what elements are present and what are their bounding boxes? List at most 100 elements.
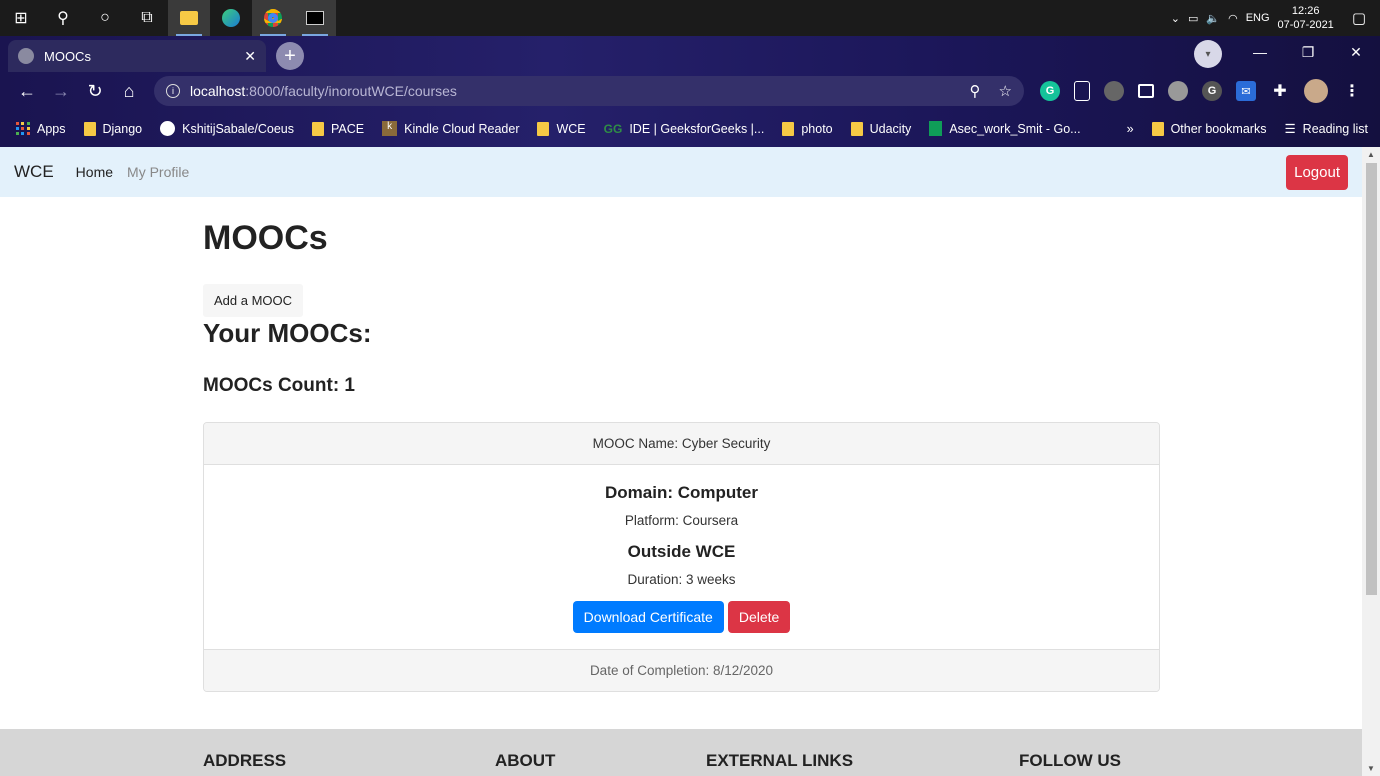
minimize-icon[interactable]: — [1236, 44, 1284, 60]
battery-icon[interactable]: ▭ [1188, 12, 1198, 25]
chrome-icon[interactable] [252, 0, 294, 36]
sheets-icon [929, 121, 943, 136]
url-host: localhost [190, 83, 246, 99]
mail-extension-icon[interactable]: ✉ [1236, 81, 1256, 101]
reload-icon[interactable]: ↻ [78, 81, 112, 102]
reading-list[interactable]: ☰ Reading list [1284, 121, 1368, 137]
bookmark-apps[interactable]: Apps [16, 121, 66, 136]
search-icon[interactable]: ⚲ [42, 0, 84, 36]
bookmark-udacity[interactable]: Udacity [850, 121, 911, 136]
site-info-icon[interactable]: i [166, 84, 180, 98]
page-viewport: WCE Home My Profile Logout MOOCs Add a M… [0, 147, 1362, 776]
g-extension-icon[interactable]: G [1202, 81, 1222, 101]
new-tab-button[interactable]: + [276, 42, 304, 70]
brand-link[interactable]: WCE [14, 162, 54, 182]
shield-extension-icon[interactable] [1074, 81, 1090, 101]
footer-address-heading: ADDRESS [203, 751, 287, 770]
browser-toolbar: ← → ↻ ⌂ i localhost:8000/faculty/inorout… [0, 72, 1380, 110]
site-footer: ADDRESS ABOUT EXTERNAL LINKS FOLLOW US [0, 729, 1362, 776]
tab-search-icon[interactable]: ▾ [1194, 40, 1222, 68]
puzzle-extensions-icon[interactable]: ✚ [1270, 81, 1290, 101]
restore-icon[interactable]: ❐ [1284, 44, 1332, 61]
scroll-up-icon[interactable]: ▲ [1367, 150, 1375, 159]
system-tray-chevron-icon[interactable]: ⌄ [1171, 12, 1180, 25]
bookmark-pace[interactable]: PACE [312, 121, 364, 136]
mooc-location: Outside WCE [627, 542, 736, 561]
windows-start-icon[interactable]: ⊞ [0, 0, 42, 36]
url-path: :8000/faculty/inoroutWCE/courses [245, 83, 457, 99]
bookmark-django[interactable]: Django [83, 121, 142, 136]
logout-button[interactable]: Logout [1286, 154, 1348, 190]
volume-icon[interactable]: 🔈 [1206, 12, 1220, 25]
mooc-card-footer: Date of Completion: 8/12/2020 [204, 649, 1159, 691]
bookmark-kindle[interactable]: k Kindle Cloud Reader [382, 121, 519, 136]
clock-date: 07-07-2021 [1277, 19, 1334, 31]
scrollbar-thumb[interactable] [1366, 163, 1377, 595]
tab-close-icon[interactable]: ✕ [244, 48, 256, 65]
clock-time: 12:26 [1291, 5, 1320, 17]
browser-menu-icon[interactable]: ⋮ [1342, 81, 1362, 101]
tab-moocs[interactable]: MOOCs ✕ [8, 40, 266, 72]
bookmark-geeksforgeeks[interactable]: GG IDE | GeeksforGeeks |... [604, 122, 765, 136]
home-icon[interactable]: ⌂ [112, 81, 146, 102]
mooc-domain: Domain: Computer [605, 483, 758, 502]
bookmark-coeus[interactable]: KshitijSabale/Coeus [160, 121, 294, 136]
window-controls: — ❐ ✕ [1236, 36, 1380, 68]
cortana-icon[interactable]: ○ [84, 0, 126, 36]
mooc-count: MOOCs Count: 1 [203, 375, 355, 396]
profile-avatar[interactable] [1304, 79, 1328, 103]
forward-icon[interactable]: → [44, 81, 78, 102]
mooc-duration: Duration: 3 weeks [627, 572, 736, 587]
download-certificate-button[interactable]: Download Certificate [572, 601, 724, 633]
language-indicator[interactable]: ENG [1246, 12, 1270, 24]
main-container: MOOCs Add a MOOC Your MOOCs: MOOCs Count… [203, 197, 1160, 692]
task-view-icon[interactable]: ⧉ [126, 0, 168, 36]
your-moocs-heading: Your MOOCs: [203, 318, 372, 348]
close-window-icon[interactable]: ✕ [1332, 44, 1380, 61]
gfg-icon: GG [603, 121, 623, 136]
bookmark-star-icon[interactable]: ☆ [999, 82, 1012, 100]
file-explorer-icon[interactable] [168, 0, 210, 36]
feather-extension-icon[interactable] [1168, 81, 1188, 101]
delete-button[interactable]: Delete [727, 601, 791, 633]
footer-external-links-heading: EXTERNAL LINKS [706, 751, 854, 770]
page-scrollbar[interactable]: ▲ ▼ [1362, 147, 1380, 776]
folder-icon [782, 121, 795, 136]
folder-icon [1151, 121, 1164, 136]
page-title: MOOCs [203, 219, 328, 257]
other-bookmarks[interactable]: Other bookmarks [1151, 121, 1266, 136]
mooc-card-header: MOOC Name: Cyber Security [204, 423, 1159, 465]
wifi-icon[interactable]: ◠ [1228, 12, 1238, 25]
system-clock[interactable]: 12:26 07-07-2021 [1278, 4, 1334, 32]
apps-grid-icon [16, 121, 30, 136]
back-icon[interactable]: ← [10, 81, 44, 102]
folder-icon [850, 121, 863, 136]
zoom-icon[interactable]: ⚲ [970, 82, 981, 100]
tab-title: MOOCs [44, 48, 91, 64]
kindle-icon: k [382, 121, 398, 136]
bookmark-wce[interactable]: WCE [537, 121, 586, 136]
footer-about-heading: ABOUT [495, 751, 556, 770]
bookmark-photo[interactable]: photo [782, 121, 833, 136]
folder-icon [537, 121, 550, 136]
nav-home-link[interactable]: Home [76, 164, 113, 180]
grammarly-extension-icon[interactable]: G [1040, 81, 1060, 101]
add-mooc-button[interactable]: Add a MOOC [203, 284, 304, 317]
notification-icon[interactable]: ▢ [1352, 9, 1366, 27]
scroll-down-icon[interactable]: ▼ [1367, 764, 1375, 773]
bookmark-asec-work[interactable]: Asec_work_Smit - Go... [929, 121, 1081, 136]
mooc-actions: Download Certificate Delete [204, 601, 1159, 633]
nav-profile-link[interactable]: My Profile [127, 164, 189, 180]
footer-follow-us-heading: FOLLOW US [1019, 751, 1121, 770]
reader-extension-icon[interactable] [1138, 84, 1154, 98]
edge-icon[interactable] [210, 0, 252, 36]
extension-icon[interactable] [1104, 81, 1124, 101]
windows-taskbar: ⊞ ⚲ ○ ⧉ ⌄ ▭ 🔈 ◠ ENG 12:26 07-07-2021 ▢ [0, 0, 1380, 36]
address-bar[interactable]: i localhost:8000/faculty/inoroutWCE/cour… [154, 76, 1024, 106]
terminal-icon[interactable] [294, 0, 336, 36]
mooc-card: MOOC Name: Cyber Security Domain: Comput… [203, 422, 1160, 692]
more-bookmarks-icon[interactable]: » [1127, 122, 1134, 136]
globe-favicon-icon [18, 48, 34, 64]
bookmarks-bar: Apps Django KshitijSabale/Coeus PACE k Ki… [0, 110, 1380, 147]
mooc-platform: Platform: Coursera [624, 513, 739, 528]
